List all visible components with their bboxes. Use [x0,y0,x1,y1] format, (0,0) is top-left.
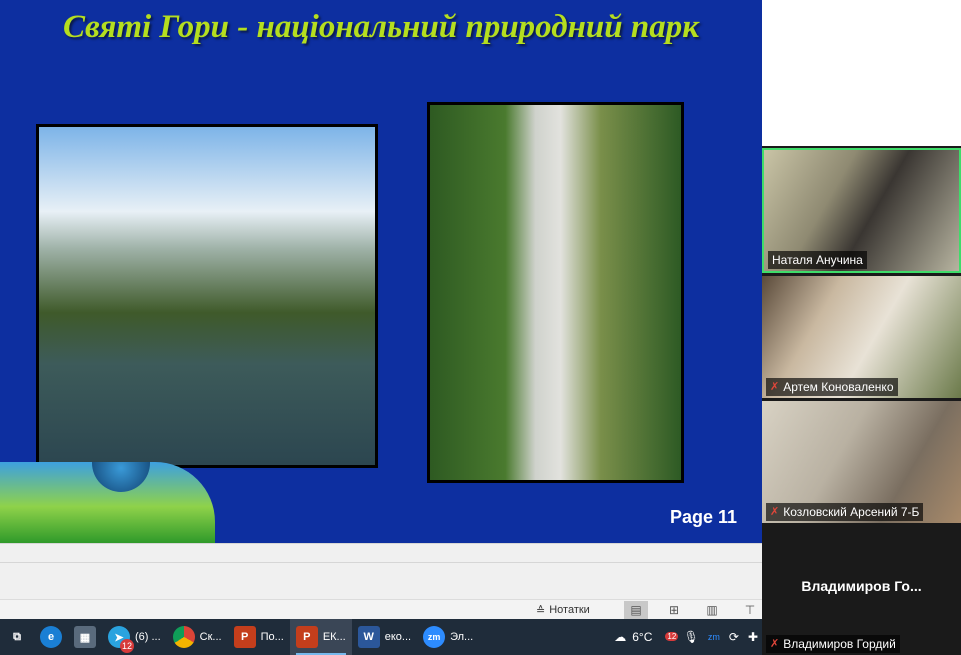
powerpoint-icon: P [295,626,318,648]
notification-tray-icon[interactable]: ●12 [665,630,679,644]
monastery-photo [36,124,378,468]
participant-name-text: Владимиров Гордий [783,637,896,651]
security-icon[interactable]: ✚ [748,630,758,644]
notes-button[interactable]: ≙ Нотатки [536,602,590,618]
slide-page-number: Page 11 [670,507,738,527]
presentation-icon: ⊤ [744,603,756,617]
participant-name-text: Артем Коноваленко [783,380,894,394]
participant-name: Наталя Анучина [768,251,867,269]
calculator-button[interactable]: ▦ [68,619,102,655]
blank-area [762,0,961,146]
chrome-label: Ск... [199,631,222,643]
cloud-icon: ☁ [614,630,627,644]
normal-view-icon: ▤ [630,603,642,617]
chrome-button[interactable]: Ск... [167,619,228,655]
participant-name: ✗ Артем Коноваленко [766,378,898,396]
grid-icon: ⊞ [668,603,680,617]
participant-tile[interactable]: ✗ Артем Коноваленко [762,276,961,398]
word-button[interactable]: W еко... [352,619,417,655]
chalk-cliff-photo [427,102,684,483]
participant-name: ✗ Владимиров Гордий [766,635,900,653]
participant-name-text: Наталя Анучина [772,253,863,267]
task-view-icon: ⧉ [13,630,21,643]
participant-name-text: Козловский Арсений 7-Б [783,505,920,519]
zoom-app-label: Эл... [450,631,474,643]
slideshow-button[interactable]: ⊤ [738,601,762,619]
zoom-app-button[interactable]: zm Эл... [417,619,479,655]
slide-title: Святі Гори - національний природний парк [63,9,699,45]
normal-view-button[interactable]: ▤ [624,601,648,619]
taskbar: ⧉ e ▦ ➤ 12 (6) ... Ск... P По... P ЕК...… [0,619,762,655]
task-view-button[interactable]: ⧉ [0,619,34,655]
chrome-icon [172,626,195,648]
system-tray: ☁ 6°C ●12 🎙 zm ⟳ ✚ [614,619,762,655]
edge-button[interactable]: e [34,619,68,655]
participant-tile[interactable]: Владимиров Го... ✗ Владимиров Гордий [762,526,961,655]
notes-label: Нотатки [549,604,590,616]
mic-muted-icon: ✗ [770,381,780,393]
notes-icon: ≙ [536,604,546,617]
telegram-button[interactable]: ➤ 12 (6) ... [102,619,167,655]
calculator-icon: ▦ [74,626,96,648]
slide-sorter-button[interactable]: ⊞ [662,601,686,619]
telegram-badge: 12 [120,639,135,653]
zoom-tray-icon[interactable]: zm [708,632,720,642]
participant-tile[interactable]: Наталя Анучина [762,148,961,273]
powerpoint-button-1[interactable]: P По... [228,619,290,655]
slide-canvas[interactable]: Святі Гори - національний природний парк… [0,0,762,543]
mic-muted-icon: ✗ [770,506,780,518]
edge-icon: e [40,626,62,648]
microphone-icon[interactable]: 🎙 [684,630,699,644]
participant-name: ✗ Козловский Арсений 7-Б [766,503,924,521]
zoom-icon: zm [423,626,446,648]
participant-display-name: Владимиров Го... [801,578,922,594]
reading-view-button[interactable]: ▥ [700,601,724,619]
telegram-label: (6) ... [135,631,161,643]
powerpoint-button-2[interactable]: P ЕК... [289,619,352,655]
word-label: еко... [384,631,412,643]
powerpoint-label-1: По... [260,631,284,643]
book-icon: ▥ [706,603,718,617]
word-icon: W [357,626,380,648]
weather-temperature: 6°C [632,630,653,644]
sync-icon[interactable]: ⟳ [729,630,739,644]
powerpoint-icon: P [233,626,256,648]
status-bar: ≙ Нотатки ▤ ⊞ ▥ ⊤ [0,599,762,619]
weather-widget[interactable]: ☁ 6°C [614,630,652,644]
participant-tile[interactable]: ✗ Козловский Арсений 7-Б [762,401,961,523]
notes-pane[interactable] [0,543,762,599]
mic-muted-icon: ✗ [770,638,780,650]
powerpoint-label-2: ЕК... [322,631,346,643]
tray-badge: 12 [665,632,679,641]
